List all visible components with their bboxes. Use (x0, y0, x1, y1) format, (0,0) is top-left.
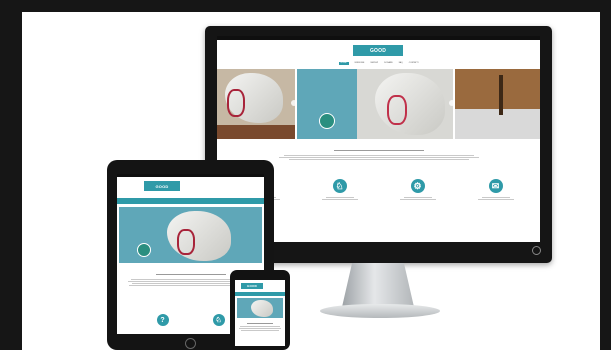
browser-top-bar (217, 36, 540, 40)
hero-slide (119, 207, 262, 263)
slider-prev-button[interactable] (291, 100, 297, 106)
mobile-nav-bar[interactable] (235, 292, 285, 296)
question-icon[interactable]: ? (156, 314, 169, 326)
nav-item-contatti[interactable]: CONTATTI (409, 62, 419, 65)
monitor-stand (342, 263, 414, 307)
stable-door-image (217, 125, 295, 139)
intro-heading (247, 323, 273, 324)
horse-icon: ♘ (332, 179, 347, 193)
site-logo[interactable]: GOOD (144, 181, 180, 191)
browser-top-bar (117, 174, 264, 177)
phone-screen: GOOD (235, 280, 285, 346)
showcase-canvas: GOOD HOME MISSIONE SERVIZI DONARE FAQ CO… (22, 12, 600, 350)
nav-item-faq[interactable]: FAQ (399, 62, 403, 65)
feature-title (481, 197, 510, 198)
horse-image (251, 300, 273, 317)
intro-section (235, 322, 285, 332)
site-logo[interactable]: GOOD (241, 283, 263, 289)
horse-icon[interactable]: ♘ (212, 314, 225, 326)
site-logo[interactable]: GOOD (353, 45, 403, 56)
intro-text-line (239, 328, 281, 329)
intro-heading (155, 274, 226, 275)
logo-text: GOOD (155, 183, 169, 189)
home-button-icon[interactable] (185, 338, 196, 349)
feature-text (321, 199, 358, 200)
feature-card[interactable]: ⚙ (398, 179, 438, 201)
stable-beam-image (499, 75, 503, 115)
halter-image (177, 229, 195, 255)
nav-item-donare[interactable]: DONARE (384, 62, 393, 65)
feature-title (325, 197, 354, 198)
intro-text-line (240, 326, 280, 327)
feature-text (399, 199, 436, 200)
halter-image (227, 89, 245, 117)
horse-image (375, 73, 445, 135)
hero-slide (237, 298, 283, 318)
slider-next-button[interactable] (449, 100, 455, 106)
stable-floor-image (455, 109, 540, 139)
intro-text-line (241, 330, 279, 331)
feature-card[interactable]: ✉ (476, 179, 516, 201)
power-icon (532, 246, 541, 255)
hero-slide-right (455, 69, 540, 139)
feature-card[interactable]: ♘ (320, 179, 360, 201)
right-frame (600, 0, 611, 350)
intro-text-line (283, 155, 474, 156)
hero-slide-logo-panel (297, 69, 357, 139)
intro-text-line (288, 159, 469, 160)
intro-heading (333, 150, 424, 151)
circle-logo-image (137, 243, 151, 257)
intro-text-line (278, 157, 479, 158)
logo-text: GOOD (369, 47, 387, 54)
left-frame (0, 0, 22, 350)
logo-text: GOOD (247, 284, 257, 288)
nav-item-servizi[interactable]: SERVIZI (370, 62, 378, 65)
gear-icon: ⚙ (410, 179, 425, 193)
nav-item-home[interactable]: HOME (338, 62, 349, 65)
feature-text (477, 199, 514, 200)
phone-device: GOOD (230, 270, 290, 350)
feature-title (403, 197, 432, 198)
nav-item-missione[interactable]: MISSIONE (355, 62, 365, 65)
site-nav: HOME MISSIONE SERVIZI DONARE FAQ CONTATT… (217, 60, 540, 67)
monitor-base (320, 304, 440, 318)
mail-icon: ✉ (488, 179, 503, 193)
circle-logo-image (319, 113, 335, 129)
hero-slide-main (357, 69, 453, 139)
hero-slide-left (217, 69, 295, 139)
halter-image (387, 95, 407, 125)
top-frame (0, 0, 611, 12)
mobile-nav-bar[interactable] (117, 198, 264, 204)
